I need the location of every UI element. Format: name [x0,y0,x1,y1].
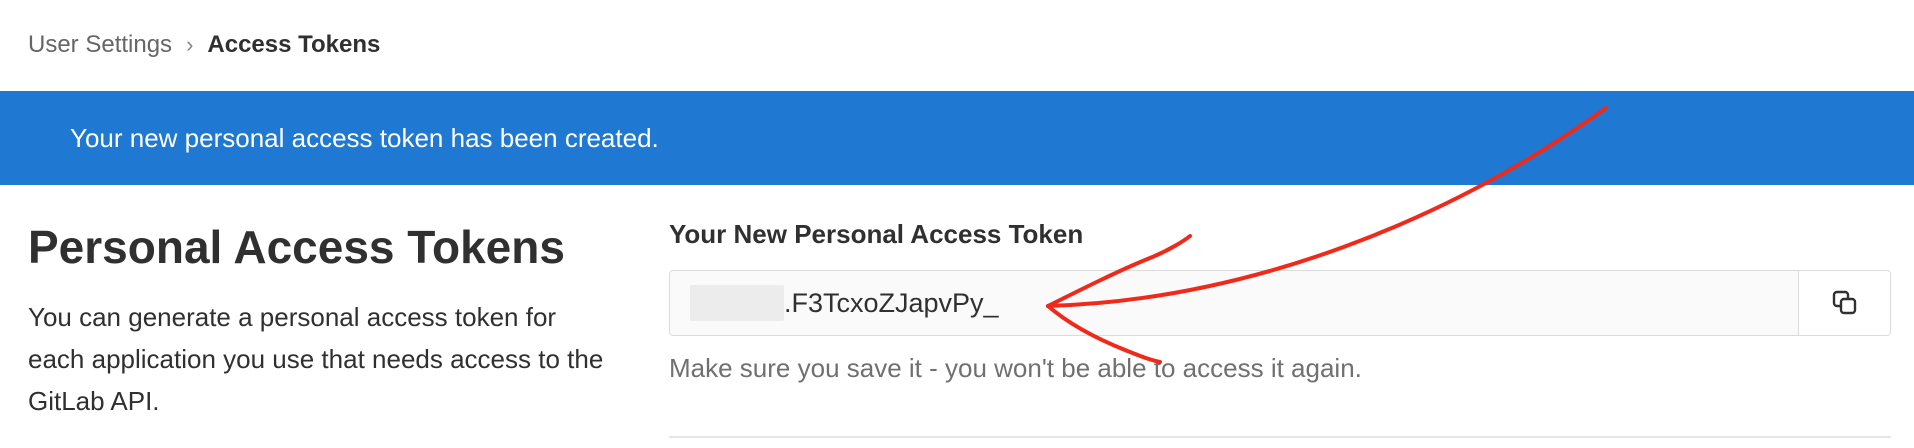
copy-icon [1832,290,1856,315]
flash-notice-banner: Your new personal access token has been … [0,91,1914,185]
token-field-group: .F3TcxoZJapvPy_ [669,270,1891,336]
copy-token-button[interactable] [1798,271,1890,335]
chevron-right-icon: › [186,32,194,57]
page-title: Personal Access Tokens [28,221,565,273]
breadcrumb: User Settings › Access Tokens [28,0,380,90]
token-save-warning: Make sure you save it - you won't be abl… [669,353,1362,383]
section-divider [669,436,1891,438]
flash-notice-text: Your new personal access token has been … [70,122,659,153]
redacted-token-part [690,285,784,321]
breadcrumb-user-settings-link[interactable]: User Settings [28,31,172,59]
breadcrumb-current: Access Tokens [207,31,381,58]
page-description: You can generate a personal access token… [28,302,604,416]
new-token-label: Your New Personal Access Token [669,219,1084,249]
new-token-field[interactable]: .F3TcxoZJapvPy_ [670,271,1798,335]
token-value-text: .F3TcxoZJapvPy_ [784,287,999,318]
new-token-section: Your New Personal Access Token .F3TcxoZJ… [669,216,1891,386]
token-info-section: Personal Access Tokens You can generate … [28,218,608,422]
